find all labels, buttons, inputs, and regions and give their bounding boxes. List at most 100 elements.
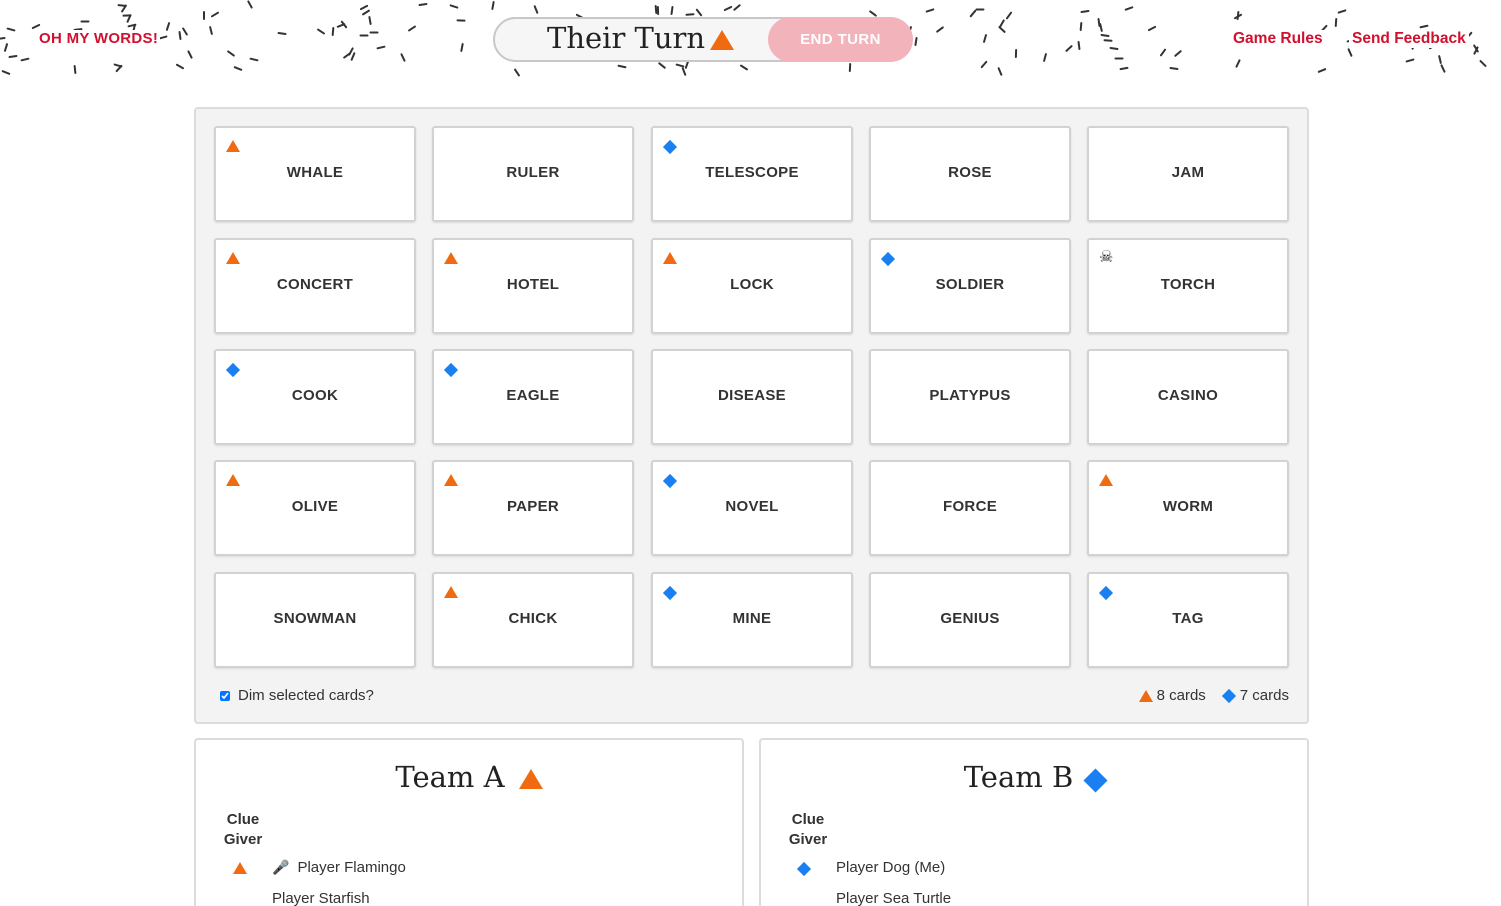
blue-diamond-icon <box>662 473 678 489</box>
word-card[interactable]: CASINO <box>1087 349 1289 445</box>
word-card[interactable]: GENIUS <box>869 572 1071 668</box>
orange-triangle-icon <box>663 252 677 264</box>
team-a-player: Player Starfish <box>272 890 370 906</box>
card-word: SOLDIER <box>935 276 1005 293</box>
word-card[interactable]: TAG <box>1087 572 1289 668</box>
turn-label: Their Turn <box>547 21 706 55</box>
word-card[interactable]: WORM <box>1087 460 1289 556</box>
card-word: ROSE <box>948 164 992 181</box>
orange-triangle-icon <box>444 474 458 486</box>
card-word: MINE <box>732 610 772 627</box>
card-word: TELESCOPE <box>705 164 799 181</box>
dim-selected-label: Dim selected cards? <box>238 687 374 704</box>
orange-triangle-icon <box>710 30 734 50</box>
card-word: EAGLE <box>506 387 560 404</box>
blue-diamond-icon <box>662 585 678 601</box>
word-card[interactable]: ROSE <box>869 126 1071 222</box>
team-b-name: Team B <box>963 760 1074 794</box>
orange-triangle-icon <box>444 252 458 264</box>
card-word: JAM <box>1171 164 1205 181</box>
card-word: CONCERT <box>276 276 354 293</box>
orange-triangle-icon <box>1138 689 1153 702</box>
word-card[interactable]: FORCE <box>869 460 1071 556</box>
team-a-title: Team A <box>196 760 742 794</box>
word-card[interactable]: COOK <box>214 349 416 445</box>
word-card[interactable]: HOTEL <box>432 238 634 334</box>
word-card[interactable]: PAPER <box>432 460 634 556</box>
dim-selected-toggle[interactable]: Dim selected cards? <box>220 687 374 704</box>
clue-giver-label: Clue Giver <box>788 811 828 848</box>
orange-triangle-icon <box>1099 474 1113 486</box>
card-word: PLATYPUS <box>929 387 1011 404</box>
card-word: DISEASE <box>718 387 786 404</box>
card-word: FORCE <box>943 498 997 515</box>
game-rules-link[interactable]: Game Rules <box>1230 30 1326 48</box>
card-word: PAPER <box>506 498 560 515</box>
card-word: LOCK <box>730 276 774 293</box>
word-card[interactable]: ☠ TORCH <box>1087 238 1289 334</box>
card-word: WHALE <box>286 164 344 181</box>
clue-giver-player: Player Dog (Me) <box>836 859 946 876</box>
card-word: TAG <box>1172 610 1204 627</box>
word-card[interactable]: TELESCOPE <box>651 126 853 222</box>
team-a-name: Team A <box>395 760 505 794</box>
card-word: RULER <box>506 164 560 181</box>
word-card[interactable]: DISEASE <box>651 349 853 445</box>
blue-diamond-icon <box>1083 767 1108 793</box>
send-feedback-link[interactable]: Send Feedback <box>1349 30 1469 48</box>
top-bar: OH MY WORDS! Their Turn END TURN Game Ru… <box>0 0 1501 80</box>
orange-triangle-icon <box>518 769 543 789</box>
word-board: Dim selected cards? 8 cards 7 cards WHAL… <box>194 107 1309 724</box>
blue-diamond-icon <box>880 251 896 267</box>
team-b-panel: Team B Clue Giver Player Dog (Me) Player… <box>759 738 1309 906</box>
blue-diamond-icon <box>443 362 459 378</box>
word-card[interactable]: MINE <box>651 572 853 668</box>
word-card[interactable]: EAGLE <box>432 349 634 445</box>
card-counts: 8 cards 7 cards <box>1138 687 1289 704</box>
team-a-panel: Team A Clue Giver 🎤 Player Flamingo Playe… <box>194 738 744 906</box>
team-b-card-count: 7 cards <box>1239 687 1289 704</box>
word-card[interactable]: SNOWMAN <box>214 572 416 668</box>
turn-indicator: Their Turn END TURN <box>493 17 913 62</box>
card-word: OLIVE <box>291 498 339 515</box>
brand-logo[interactable]: OH MY WORDS! <box>37 30 161 47</box>
clue-giver-label: Clue Giver <box>223 811 263 848</box>
card-word: COOK <box>291 387 339 404</box>
orange-triangle-icon <box>233 862 247 874</box>
clue-giver-player: 🎤 Player Flamingo <box>272 859 406 876</box>
orange-triangle-icon <box>444 586 458 598</box>
end-turn-button[interactable]: END TURN <box>768 17 913 62</box>
blue-diamond-icon <box>225 362 241 378</box>
team-b-player: Player Sea Turtle <box>836 890 952 906</box>
skull-crossbones-icon: ☠ <box>1099 249 1114 266</box>
word-card[interactable]: SOLDIER <box>869 238 1071 334</box>
card-word: GENIUS <box>940 610 1000 627</box>
word-card[interactable]: CHICK <box>432 572 634 668</box>
blue-diamond-icon <box>662 139 678 155</box>
blue-diamond-icon <box>796 861 812 877</box>
team-a-card-count: 8 cards <box>1156 687 1206 704</box>
word-card[interactable]: JAM <box>1087 126 1289 222</box>
blue-diamond-icon <box>1221 688 1236 703</box>
word-card[interactable]: WHALE <box>214 126 416 222</box>
microphone-icon: 🎤 <box>272 859 290 875</box>
blue-diamond-icon <box>1098 585 1114 601</box>
dim-selected-checkbox[interactable] <box>220 691 230 702</box>
orange-triangle-icon <box>226 252 240 264</box>
word-card[interactable]: CONCERT <box>214 238 416 334</box>
card-word: WORM <box>1162 498 1214 515</box>
word-card[interactable]: PLATYPUS <box>869 349 1071 445</box>
word-card[interactable]: LOCK <box>651 238 853 334</box>
orange-triangle-icon <box>226 140 240 152</box>
card-word: CASINO <box>1157 387 1219 404</box>
team-b-title: Team B <box>761 760 1307 794</box>
card-word: HOTEL <box>506 276 560 293</box>
word-card[interactable]: OLIVE <box>214 460 416 556</box>
card-word: SNOWMAN <box>273 610 357 627</box>
card-word: CHICK <box>508 610 558 627</box>
word-card[interactable]: NOVEL <box>651 460 853 556</box>
word-card[interactable]: RULER <box>432 126 634 222</box>
orange-triangle-icon <box>226 474 240 486</box>
card-word: NOVEL <box>725 498 779 515</box>
card-word: TORCH <box>1160 276 1216 293</box>
